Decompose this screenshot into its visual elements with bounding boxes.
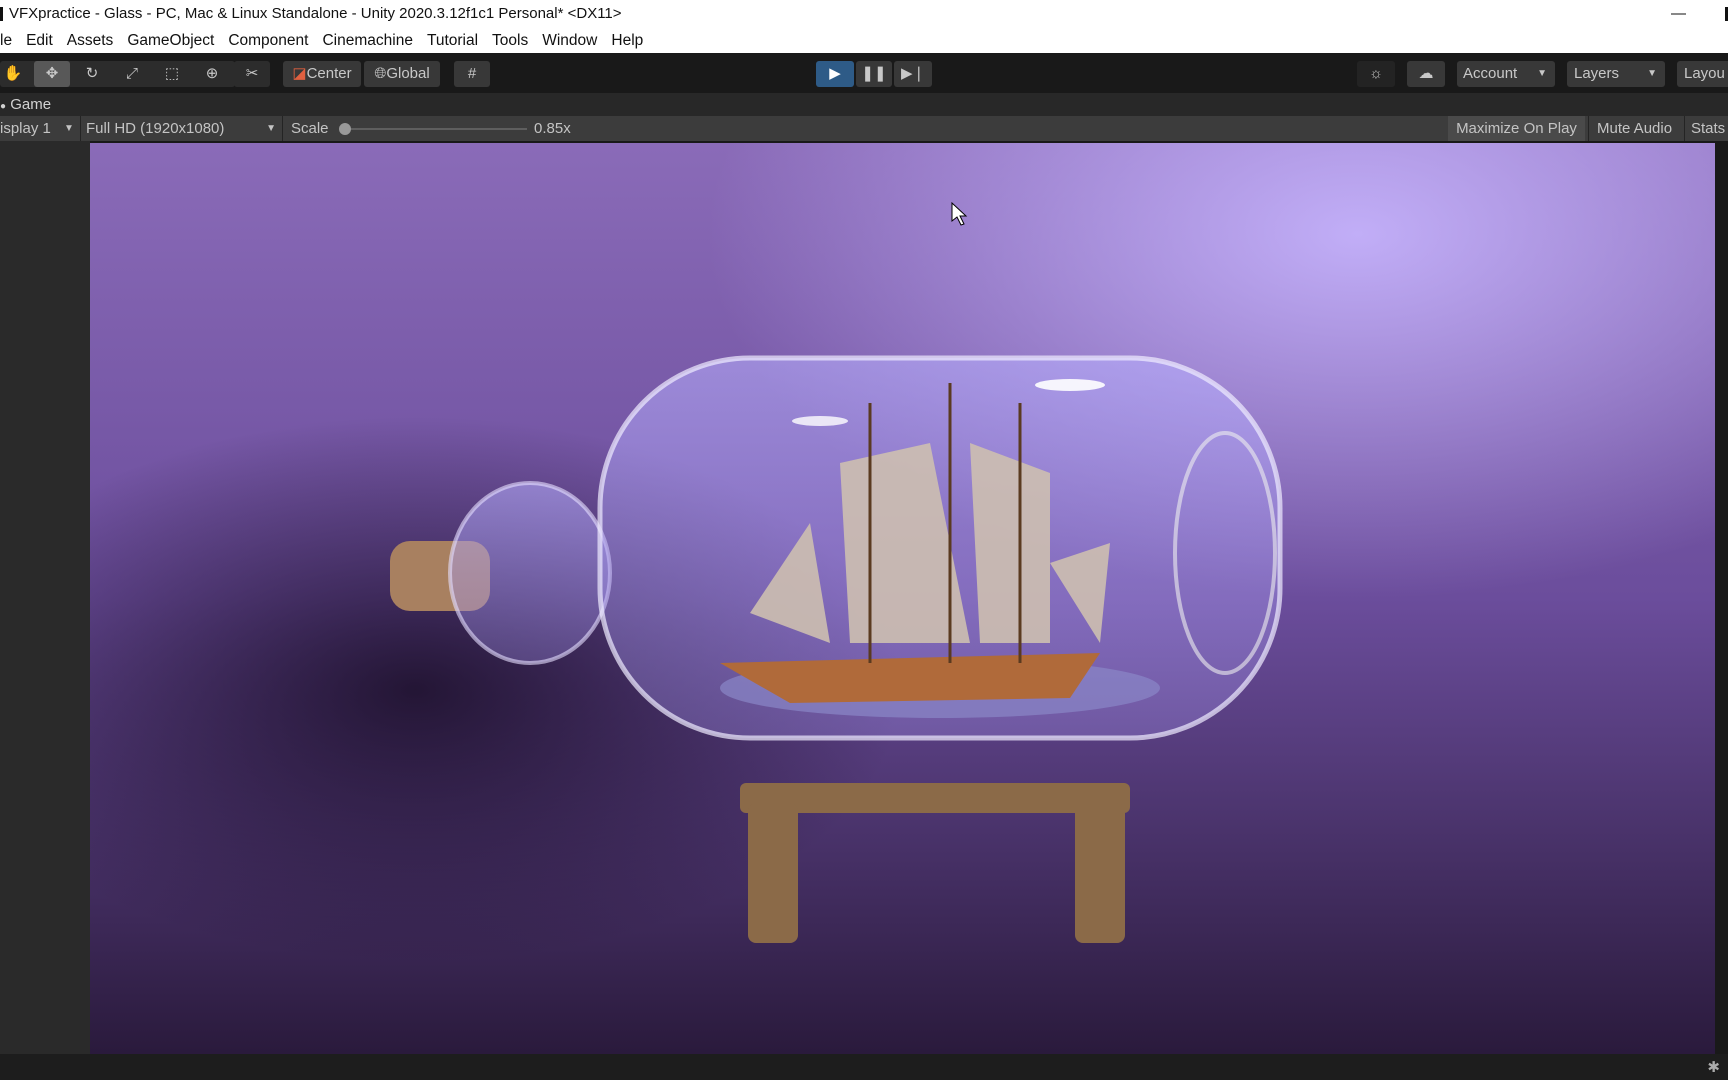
- scale-slider-handle[interactable]: [339, 123, 351, 135]
- menu-bar: le Edit Assets GameObject Component Cine…: [0, 28, 1728, 53]
- tab-game[interactable]: ● Game: [0, 96, 51, 113]
- layers-dropdown[interactable]: Layers ▼: [1567, 61, 1665, 87]
- move-tool-icon[interactable]: ✥: [34, 61, 70, 87]
- chevron-down-icon: ▼: [1537, 68, 1547, 79]
- game-icon: ●: [0, 101, 7, 112]
- scale-value: 0.85x: [534, 120, 571, 137]
- transform-tool-icon[interactable]: ⊕: [194, 61, 230, 87]
- scale-tool-icon[interactable]: ⤢: [114, 61, 150, 87]
- main-toolbar: ✋ ✥ ↻ ⤢ ⬚ ⊕ ✂ ◪Center 🌐︎Global # ▶ ❚❚ ▶❘…: [0, 53, 1728, 93]
- menu-assets[interactable]: Assets: [67, 28, 114, 53]
- menu-file[interactable]: le: [0, 28, 12, 53]
- menu-cinemachine[interactable]: Cinemachine: [322, 28, 412, 53]
- custom-tool-icon[interactable]: ✂: [234, 61, 270, 87]
- account-dropdown[interactable]: Account ▼: [1457, 61, 1555, 87]
- hand-tool-icon[interactable]: ✋: [0, 61, 26, 87]
- game-render: [90, 143, 1715, 1054]
- pivot-center-button[interactable]: ◪Center: [283, 61, 361, 87]
- play-button[interactable]: ▶: [816, 61, 854, 87]
- pivot-icon: ◪: [292, 65, 307, 82]
- menu-edit[interactable]: Edit: [26, 28, 53, 53]
- pause-button[interactable]: ❚❚: [856, 61, 892, 87]
- menu-gameobject[interactable]: GameObject: [127, 28, 214, 53]
- pivot-global-button[interactable]: 🌐︎Global: [364, 61, 440, 87]
- maximize-on-play-toggle[interactable]: Maximize On Play: [1448, 116, 1585, 141]
- menu-window[interactable]: Window: [542, 28, 597, 53]
- resolution-dropdown[interactable]: Full HD (1920x1080) ▼: [86, 116, 280, 141]
- minimize-button[interactable]: —: [1671, 0, 1686, 28]
- tab-bar: ● Game: [0, 93, 1728, 116]
- game-view-letterbox: [0, 141, 90, 1054]
- debug-icon[interactable]: ✱: [1707, 1058, 1720, 1076]
- window-title: VFXpractice - Glass - PC, Mac & Linux St…: [9, 5, 622, 22]
- globe-icon: 🌐︎: [374, 65, 387, 82]
- step-button[interactable]: ▶❘: [894, 61, 932, 87]
- game-view[interactable]: [90, 143, 1715, 1054]
- status-bar: ✱: [0, 1054, 1728, 1080]
- layout-dropdown[interactable]: Layou: [1677, 61, 1728, 87]
- grid-snap-icon[interactable]: #: [454, 61, 490, 87]
- rotate-tool-icon[interactable]: ↻: [74, 61, 110, 87]
- mute-audio-toggle[interactable]: Mute Audio: [1597, 116, 1672, 141]
- collab-icon[interactable]: ☼: [1357, 61, 1395, 87]
- menu-help[interactable]: Help: [611, 28, 643, 53]
- menu-tools[interactable]: Tools: [492, 28, 528, 53]
- chevron-down-icon: ▼: [266, 123, 276, 134]
- chevron-down-icon: ▼: [64, 123, 74, 134]
- menu-component[interactable]: Component: [228, 28, 308, 53]
- game-toolbar: isplay 1 ▼ Full HD (1920x1080) ▼ Scale 0.8…: [0, 116, 1728, 141]
- scale-label: Scale: [291, 120, 329, 137]
- scale-slider[interactable]: [342, 128, 527, 130]
- stats-toggle[interactable]: Stats: [1691, 116, 1725, 141]
- chevron-down-icon: ▼: [1647, 68, 1657, 79]
- cloud-icon[interactable]: ☁: [1407, 61, 1445, 87]
- menu-tutorial[interactable]: Tutorial: [427, 28, 478, 53]
- display-dropdown[interactable]: isplay 1 ▼: [0, 116, 78, 141]
- window-title-bar: VFXpractice - Glass - PC, Mac & Linux St…: [0, 0, 1728, 28]
- rect-tool-icon[interactable]: ⬚: [154, 61, 190, 87]
